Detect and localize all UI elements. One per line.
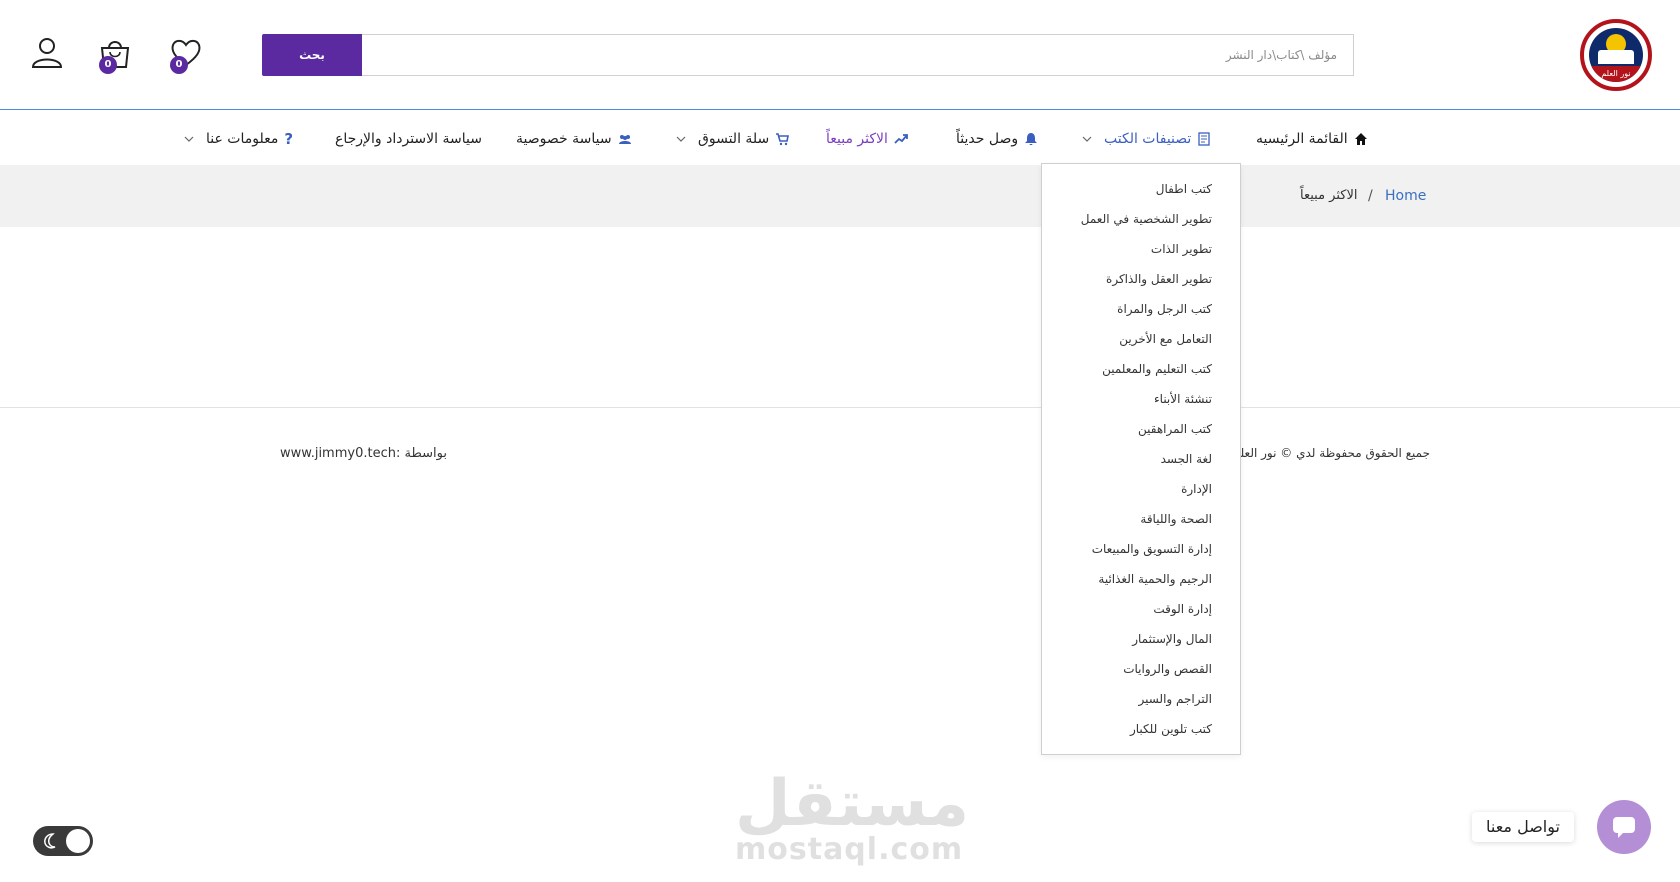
moon-icon xyxy=(44,833,56,849)
logo-text: نور العلم xyxy=(1589,66,1643,82)
user-icon xyxy=(31,38,63,68)
search-bar: بحث xyxy=(262,34,1354,76)
logo-emblem: نور العلم xyxy=(1589,28,1643,82)
category-item[interactable]: إدارة التسويق والمبيعات xyxy=(1042,534,1240,564)
bell-icon xyxy=(1025,133,1038,146)
breadcrumb-home-link[interactable]: Home xyxy=(1385,188,1426,204)
question-icon: ? xyxy=(284,130,294,148)
breadcrumb-separator: / xyxy=(1368,188,1373,204)
book-categories-dropdown: كتب اطفال تطوير الشخصية في العمل تطوير ا… xyxy=(1041,163,1241,755)
site-header: نور العلم بحث 0 0 xyxy=(0,0,1680,110)
chat-button[interactable] xyxy=(1597,800,1651,854)
category-item[interactable]: القصص والروايات xyxy=(1042,654,1240,684)
category-item[interactable]: كتب تلوين للكبار xyxy=(1042,714,1240,744)
category-item[interactable]: كتب التعليم والمعلمين xyxy=(1042,354,1240,384)
nav-privacy-policy[interactable]: سياسة خصوصية xyxy=(516,129,632,149)
category-item[interactable]: المال والإستثمار xyxy=(1042,624,1240,654)
category-item[interactable]: كتب المراهقين xyxy=(1042,414,1240,444)
chat-bubble-icon xyxy=(1613,817,1635,838)
chevron-down-icon xyxy=(184,136,194,142)
category-item[interactable]: الإدارة xyxy=(1042,474,1240,504)
nav-new-arrivals-label: وصل حديثاً xyxy=(956,131,1019,147)
nav-best-sellers-label: الاكثر مبيعاً xyxy=(826,131,888,147)
account-button[interactable] xyxy=(28,34,66,72)
nav-refund-policy-label: سياسة الاسترداد والإرجاع xyxy=(335,131,482,147)
site-logo[interactable]: نور العلم xyxy=(1580,19,1652,91)
home-icon xyxy=(1354,133,1367,145)
category-item[interactable]: تطوير العقل والذاكرة xyxy=(1042,264,1240,294)
search-input[interactable] xyxy=(362,34,1354,76)
nav-shopping-cart-label: سلة التسوق xyxy=(698,131,770,147)
cart-button[interactable]: 0 xyxy=(96,34,134,74)
chat-label[interactable]: تواصل معنا xyxy=(1472,812,1574,842)
category-item[interactable]: كتب اطفال xyxy=(1042,174,1240,204)
category-item[interactable]: كتب الرجل والمراة xyxy=(1042,294,1240,324)
category-item[interactable]: الرجيم والحمية الغذائية xyxy=(1042,564,1240,594)
category-item[interactable]: تطوير الشخصية في العمل xyxy=(1042,204,1240,234)
dark-mode-toggle[interactable] xyxy=(33,826,93,856)
nav-about-us-label: معلومات عنا xyxy=(206,131,279,147)
category-item[interactable]: لغة الجسد xyxy=(1042,444,1240,474)
nav-about-us[interactable]: ? معلومات عنا xyxy=(184,129,293,149)
trend-up-icon xyxy=(894,134,908,144)
breadcrumb-current: الاكثر مبيعاً xyxy=(1300,188,1358,203)
nav-book-categories[interactable]: تصنيفات الكتب xyxy=(1082,129,1211,149)
cart-icon xyxy=(776,133,790,146)
category-item[interactable]: الصحة واللياقة xyxy=(1042,504,1240,534)
watermark-arabic: مستقل xyxy=(735,767,970,841)
main-nav: القائمة الرئيسيه تصنيفات الكتب وصل حديثا… xyxy=(0,111,1680,165)
chevron-down-icon xyxy=(1082,136,1092,142)
cart-count-badge: 0 xyxy=(99,56,117,74)
chevron-down-icon xyxy=(676,136,686,142)
wishlist-button[interactable]: 0 xyxy=(167,34,205,74)
nav-home[interactable]: القائمة الرئيسيه xyxy=(1256,129,1368,149)
content-divider xyxy=(0,407,1680,408)
category-item[interactable]: تنشئة الأبناء xyxy=(1042,384,1240,414)
nav-best-sellers[interactable]: الاكثر مبيعاً xyxy=(826,129,908,149)
logo-book-icon xyxy=(1598,50,1634,64)
category-item[interactable]: إدارة الوقت xyxy=(1042,594,1240,624)
breadcrumb: Home / الاكثر مبيعاً xyxy=(0,165,1680,227)
wishlist-count-badge: 0 xyxy=(170,56,188,74)
users-icon xyxy=(618,135,631,144)
search-button[interactable]: بحث xyxy=(262,34,362,76)
watermark-latin: mostaql.com xyxy=(735,832,964,867)
nav-home-label: القائمة الرئيسيه xyxy=(1256,131,1348,147)
nav-privacy-policy-label: سياسة خصوصية xyxy=(516,131,612,147)
category-item[interactable]: تطوير الذات xyxy=(1042,234,1240,264)
nav-book-categories-label: تصنيفات الكتب xyxy=(1104,131,1192,147)
nav-new-arrivals[interactable]: وصل حديثاً xyxy=(956,129,1038,149)
category-item[interactable]: التعامل مع الأخرين xyxy=(1042,324,1240,354)
category-item[interactable]: التراجم والسير xyxy=(1042,684,1240,714)
nav-shopping-cart[interactable]: سلة التسوق xyxy=(676,129,790,149)
toggle-knob xyxy=(66,829,90,853)
book-icon xyxy=(1198,132,1210,146)
footer-credits[interactable]: www.jimmy0.tech: بواسطة xyxy=(280,446,447,461)
nav-refund-policy[interactable]: سياسة الاسترداد والإرجاع xyxy=(335,129,482,149)
